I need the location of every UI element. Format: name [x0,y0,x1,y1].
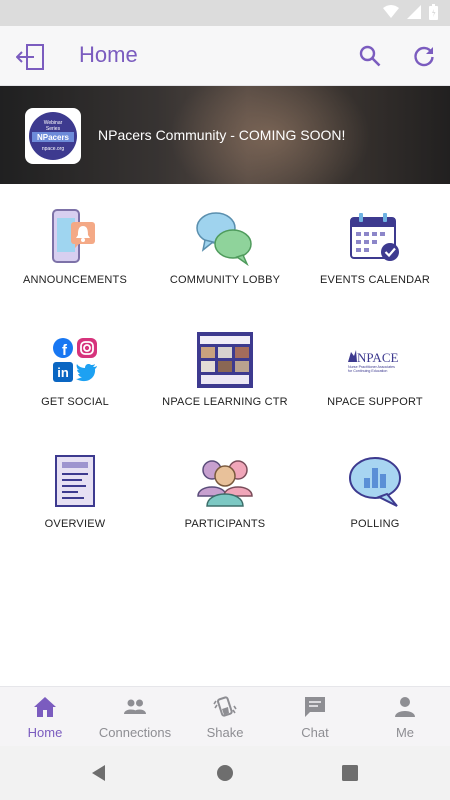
tile-announcements[interactable]: ANNOUNCEMENTS [0,200,150,310]
tile-label: ANNOUNCEMENTS [22,274,128,286]
exit-icon[interactable] [16,43,46,71]
nav-chat[interactable]: Chat [270,687,360,747]
tile-label: OVERVIEW [44,518,106,530]
calendar-check-icon [345,208,405,268]
npace-logo: NPACE Nurse Practitioner Associates for … [345,330,405,390]
signal-icon [407,5,421,19]
home-icon [34,697,56,717]
battery-icon [429,4,438,20]
instagram-icon [77,338,97,358]
tile-label: NPACE SUPPORT [327,396,423,408]
shake-icon [213,696,237,717]
refresh-icon[interactable] [412,44,436,68]
bottom-nav: Home Connections Shake Chat Me [0,686,450,746]
svg-text:npace.org: npace.org [42,146,64,152]
tile-get-social[interactable]: f in GET SOCIAL [0,322,150,432]
community-banner[interactable]: Webinar Series NPacers npace.org NPacers… [0,86,450,184]
people-icon [195,452,255,512]
tile-learning-center[interactable]: NPACE LEARNING CTR [150,322,300,432]
nav-me[interactable]: Me [360,687,450,747]
person-icon [395,697,415,717]
tile-label: NPACE LEARNING CTR [162,396,288,408]
wifi-icon [383,5,399,18]
page-title: Home [79,42,138,67]
twitter-icon [76,364,97,382]
recents-icon[interactable] [341,764,359,782]
svg-text:NPacers: NPacers [37,133,70,142]
tile-polling[interactable]: POLLING [300,444,450,554]
learning-thumbnail [195,330,255,390]
svg-text:for Continuing Education: for Continuing Education [348,369,387,373]
npacers-logo: Webinar Series NPacers npace.org [25,108,81,164]
status-bar [0,0,450,26]
back-icon[interactable] [90,764,108,782]
nav-home[interactable]: Home [0,687,90,747]
home-circle-icon[interactable] [216,764,234,782]
search-icon[interactable] [358,44,382,68]
svg-text:NPACE: NPACE [357,350,398,365]
svg-text:in: in [57,365,69,380]
tile-events-calendar[interactable]: EVENTS CALENDAR [300,200,450,310]
nav-connections[interactable]: Connections [90,687,180,747]
tile-label: COMMUNITY LOBBY [169,274,281,286]
app-bar: Home [0,26,450,86]
system-nav-bar [0,746,450,800]
social-icons: f in [45,330,105,390]
tile-label: POLLING [350,518,400,530]
svg-text:Series: Series [46,126,61,132]
tile-label: EVENTS CALENDAR [320,274,430,286]
tile-community-lobby[interactable]: COMMUNITY LOBBY [150,200,300,310]
poll-bubble-icon [345,452,405,512]
tile-participants[interactable]: PARTICIPANTS [150,444,300,554]
banner-text: NPacers Community - COMING SOON! [98,127,346,143]
document-icon [45,452,105,512]
tile-overview[interactable]: OVERVIEW [0,444,150,554]
chat-icon [305,697,325,717]
phone-bell-icon [45,208,105,268]
tile-label: GET SOCIAL [41,396,109,408]
tile-label: PARTICIPANTS [184,518,266,530]
chat-bubbles-icon [195,208,255,268]
connections-icon [124,699,146,714]
tile-npace-support[interactable]: NPACE Nurse Practitioner Associates for … [300,322,450,432]
nav-shake[interactable]: Shake [180,687,270,747]
